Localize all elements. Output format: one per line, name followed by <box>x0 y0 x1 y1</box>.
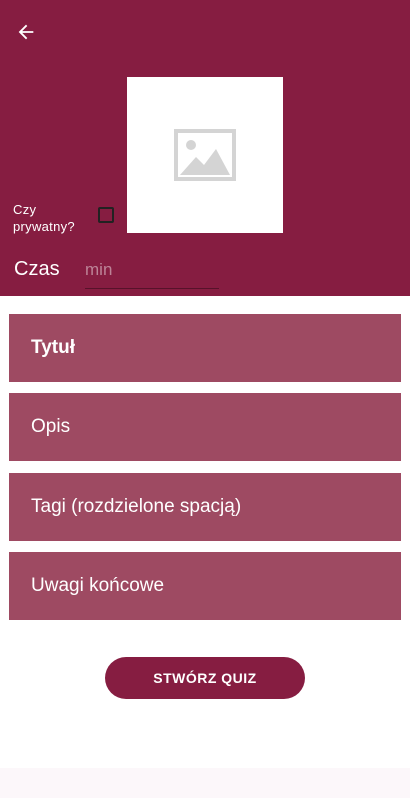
arrow-back-icon <box>18 24 34 40</box>
header: Czy prywatny? Czas <box>0 0 410 296</box>
final-notes-field[interactable]: Uwagi końcowe <box>9 552 401 620</box>
private-label: Czy prywatny? <box>13 202 75 234</box>
description-field-placeholder: Opis <box>31 416 71 437</box>
time-input[interactable] <box>85 257 219 289</box>
quiz-image-picker[interactable] <box>127 77 283 233</box>
image-placeholder-icon <box>174 129 236 181</box>
tags-field[interactable]: Tagi (rozdzielone spacją) <box>9 473 401 541</box>
time-label: Czas <box>14 258 60 280</box>
final-notes-field-placeholder: Uwagi końcowe <box>31 575 165 596</box>
title-field-placeholder: Tytuł <box>31 337 75 358</box>
back-button[interactable] <box>12 18 40 46</box>
bottom-bar <box>0 768 410 798</box>
create-quiz-button[interactable]: STWÓRZ QUIZ <box>105 657 305 699</box>
title-field[interactable]: Tytuł <box>9 314 401 382</box>
description-field[interactable]: Opis <box>9 393 401 461</box>
private-checkbox[interactable] <box>98 207 114 223</box>
tags-field-placeholder: Tagi (rozdzielone spacją) <box>31 496 242 517</box>
